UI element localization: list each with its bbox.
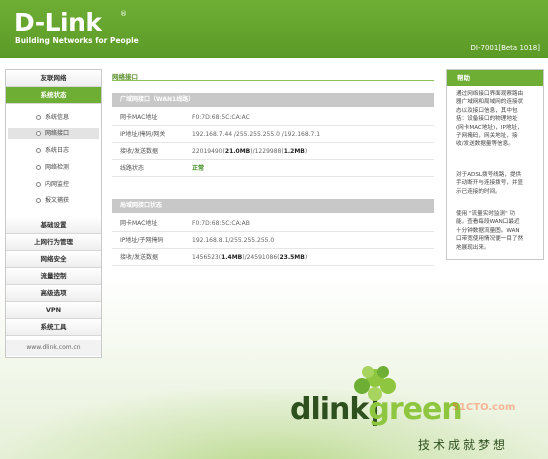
bullet-icon (36, 115, 41, 120)
sub-item-system-info[interactable]: 系统信息 (8, 112, 99, 123)
table-row: 线路状态 正常 (112, 161, 434, 177)
row-label: 网卡MAC地址 (120, 220, 158, 227)
dlink-logo: D-Link (14, 8, 102, 37)
nav-item-network-security[interactable]: 网络安全 (6, 251, 101, 268)
sidebar-footer-link[interactable]: www.dlink.com.cn (6, 340, 101, 356)
bullet-icon (36, 131, 41, 136)
watermark: 51CTO.com (452, 402, 516, 413)
sub-item-system-log[interactable]: 系统日志 (8, 145, 99, 156)
table-row: 网卡MAC地址 F0:7D:68:5C:CA:AC (112, 110, 434, 126)
sub-item-network-interface[interactable]: 网络接口 (8, 128, 99, 139)
nav-item-basic-settings[interactable]: 基础设置 (6, 217, 101, 234)
row-label: 线路状态 (120, 165, 145, 172)
nav-item-vpn[interactable]: VPN (6, 302, 101, 319)
row-value: 192.168.7.44 /255.255.255.0 /192.168.7.1 (192, 131, 321, 138)
sub-item-label: 内网监控 (45, 181, 70, 188)
lan-section-title: 局域网接口状态 (120, 202, 163, 209)
nav-item-behavior-mgmt[interactable]: 上网行为管理 (6, 234, 101, 251)
table-row: IP地址/子网掩码 192.168.8.1/255.255.255.0 (112, 233, 434, 249)
nav-item-traffic-control[interactable]: 流量控制 (6, 268, 101, 285)
sub-item-label: 系统日志 (45, 147, 70, 154)
table-row: 接收/发送数据 1456523(1.4MB)/24591086(23.5MB) (112, 250, 434, 266)
nav-item-system-tools[interactable]: 系统工具 (6, 319, 101, 336)
sub-item-label: 系统信息 (45, 114, 70, 121)
bullet-icon (36, 148, 41, 153)
lan-section-header: 局域网接口状态 (112, 199, 434, 213)
help-panel: 帮助 通过网络接口界面观察路由 器广域网和局域网的连接状 态以及接口信息，其中包 括：… (446, 69, 544, 260)
help-title: 帮助 (457, 74, 470, 82)
sub-item-label: 网络接口 (45, 130, 70, 137)
dlinkgreen-logo: dlinkgreen (290, 392, 463, 427)
row-value: F0:7D:68:5C:CA:AC (192, 114, 250, 121)
bullet-icon (36, 182, 41, 187)
table-row: 网卡MAC地址 F0:7D:68:5C:CA:AB (112, 216, 434, 232)
row-value: F0:7D:68:5C:CA:AB (192, 220, 250, 227)
model-label: DI-7001[Beta 1018] (470, 44, 540, 52)
row-value: 22019490(21.0MB)/1229988(1.2MB) (192, 148, 308, 155)
sub-item-label: 网络检测 (45, 164, 70, 171)
help-paragraph-3: 使用 "流量实时监测" 功能，查看每段WAN口最近 十分钟数据流量图。WAN 口带宽… (456, 211, 524, 251)
sub-item-label: 报文捕获 (45, 197, 70, 204)
sub-item-packet-capture[interactable]: 报文捕获 (8, 195, 99, 206)
header: D-Link ® Building Networks for People DI… (0, 0, 548, 58)
status-badge: 正常 (192, 165, 205, 172)
registered-mark: ® (120, 10, 127, 18)
tagline: Building Networks for People (15, 36, 139, 45)
table-row: 接收/发送数据 22019490(21.0MB)/1229988(1.2MB) (112, 144, 434, 160)
row-value: 192.168.8.1/255.255.255.0 (192, 237, 275, 244)
slogan: 技术成就梦想 (418, 438, 509, 452)
wan-section-header: 广域网接口（WAN1线路） (112, 93, 434, 107)
row-label: 网卡MAC地址 (120, 114, 158, 121)
row-label: 接收/发送数据 (120, 254, 159, 261)
nav-item-system-status[interactable]: 系统状态 (6, 87, 101, 104)
row-value: 1456523(1.4MB)/24591086(23.5MB) (192, 254, 308, 261)
row-label: 接收/发送数据 (120, 148, 159, 155)
bullet-icon (36, 198, 41, 203)
sidebar: 友联网络 系统状态 系统信息 网络接口 系统日志 网络检测 内网监控 报文捕获 … (5, 69, 102, 358)
help-header: 帮助 (447, 70, 543, 86)
sub-item-lan-monitor[interactable]: 内网监控 (8, 179, 99, 190)
nav-item-advanced[interactable]: 高级选项 (6, 285, 101, 302)
bullet-icon (36, 165, 41, 170)
title-divider (112, 80, 434, 81)
help-paragraph-1: 通过网络接口界面观察路由 器广域网和局域网的连接状 态以及接口信息，其中包 括：设备接… (456, 91, 524, 148)
nav-item-friend-network[interactable]: 友联网络 (6, 70, 101, 87)
row-label: IP地址/掩码/网关 (120, 131, 166, 138)
wan-section-title: 广域网接口（WAN1线路） (120, 96, 195, 103)
sub-item-network-check[interactable]: 网络检测 (8, 162, 99, 173)
row-label: IP地址/子网掩码 (120, 237, 164, 244)
table-row: IP地址/掩码/网关 192.168.7.44 /255.255.255.0 /… (112, 127, 434, 143)
help-paragraph-2: 对于ADSL拨号线路，提供 手动断开与连接拨号，并显 示已连接的时间。 (456, 172, 524, 195)
